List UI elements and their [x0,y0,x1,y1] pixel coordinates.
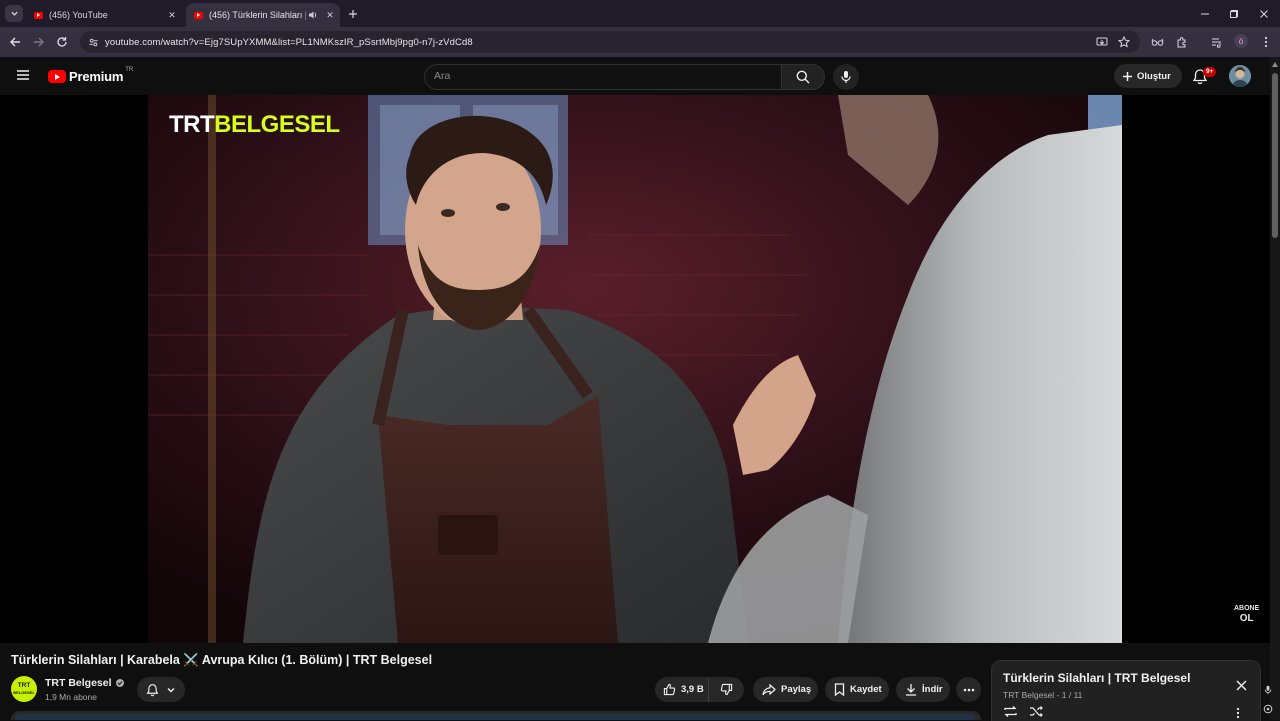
bell-icon [146,683,159,696]
dislike-button[interactable] [709,683,744,696]
install-app-icon[interactable] [1094,34,1110,50]
playlist-panel: Türklerin Silahları | TRT Belgesel TRT B… [991,660,1261,721]
browser-toolbar: youtube.com/watch?v=Ejg7SUpYXMM&list=PL1… [0,27,1280,57]
more-horizontal-icon [963,688,974,691]
playlist-channel[interactable]: TRT Belgesel [1003,690,1054,700]
glasses-extension-icon[interactable] [1149,34,1165,50]
new-tab-plus-icon[interactable] [345,6,361,22]
site-info-icon[interactable] [86,35,100,49]
browser-menu-icon[interactable] [1258,34,1274,50]
download-button[interactable]: İndir [896,677,950,702]
youtube-masthead: Premium TR Oluştur 9+ [0,57,1270,95]
address-bar[interactable]: youtube.com/watch?v=Ejg7SUpYXMM&list=PL1… [80,31,1140,53]
video-frame[interactable]: TRTBELGESEL [148,95,1122,643]
search-button[interactable] [781,64,825,90]
thumbs-up-icon [663,683,676,696]
search-box [424,64,782,90]
minimize-window-icon[interactable] [1198,7,1212,21]
side-target-icon[interactable] [1262,703,1274,715]
youtube-play-logo-icon [48,70,66,83]
restore-window-icon[interactable] [1227,7,1241,21]
create-label: Oluştur [1137,70,1171,82]
logo-wordmark: Premium [69,69,124,84]
subscribe-overlay-badge[interactable]: ABONE OL [1234,604,1259,624]
description-box[interactable] [11,711,981,720]
speaker-icon[interactable] [306,8,320,22]
like-dislike-group: 3,9 B [655,677,744,702]
share-button[interactable]: Paylaş [753,677,818,702]
microphone-icon [841,71,851,83]
thumbs-down-icon [720,683,733,696]
search-icon [796,70,810,84]
profile-avatar[interactable]: ö [1234,34,1248,48]
page-scrollbar[interactable] [1270,57,1280,720]
like-button[interactable]: 3,9 B [655,677,709,702]
plus-icon [1122,71,1133,82]
close-window-icon[interactable] [1257,7,1271,21]
channel-name[interactable]: TRT Belgesel [45,677,124,689]
url-text: youtube.com/watch?v=Ejg7SUpYXMM&list=PL1… [105,36,473,48]
playlist-more-icon[interactable] [1236,707,1240,719]
like-count: 3,9 B [681,684,704,695]
close-playlist-icon[interactable] [1234,678,1248,692]
scroll-up-arrow-icon[interactable] [1272,62,1278,67]
share-label: Paylaş [781,684,812,695]
voice-search-button[interactable] [833,64,859,90]
youtube-favicon-icon [194,11,203,19]
chevron-down-icon [10,11,18,16]
verified-check-icon [115,679,124,687]
loop-playlist-icon[interactable] [1003,705,1018,718]
create-button[interactable]: Oluştur [1114,64,1182,88]
tab-title: (456) YouTube [49,10,108,20]
tab-title: (456) Türklerin Silahları | Ka [209,10,306,20]
download-icon [905,683,917,696]
close-tab-icon[interactable]: ✕ [323,8,337,22]
save-label: Kaydet [850,684,882,695]
reload-icon[interactable] [54,34,70,50]
video-title: Türklerin Silahları | Karabela ⚔️ Avrupa… [11,653,433,667]
playlist-position: - 1 / 11 [1056,690,1083,700]
hamburger-menu-icon[interactable] [16,69,32,83]
playlist-title[interactable]: Türklerin Silahları | TRT Belgesel [1003,671,1190,685]
notification-count-badge: 9+ [1203,67,1217,77]
browser-tab-video[interactable]: (456) Türklerin Silahları | Ka ✕ [186,3,340,27]
bookmark-icon [834,683,845,696]
browser-tab-strip: (456) YouTube ✕ (456) Türklerin Silahlar… [0,0,1280,27]
forward-arrow-icon[interactable] [31,34,47,50]
share-arrow-icon [762,683,776,696]
video-still-image [148,95,1122,643]
youtube-premium-logo[interactable]: Premium TR [48,66,134,84]
shuffle-icon[interactable] [1029,705,1044,718]
close-tab-icon[interactable]: ✕ [165,8,179,22]
playlist-meta: TRT Belgesel - 1 / 11 [1003,690,1082,700]
video-player[interactable]: TRTBELGESEL ABONE OL [0,95,1270,643]
download-label: İndir [922,684,943,695]
country-code: TR [125,66,134,73]
media-queue-icon[interactable] [1209,34,1225,50]
description-box-inner [15,714,975,720]
tab-search-button[interactable] [5,5,23,22]
trt-belgesel-watermark: TRTBELGESEL [169,111,340,138]
account-avatar[interactable] [1229,65,1251,87]
chevron-down-icon [167,687,175,692]
channel-avatar[interactable]: TRT BELGESEL [11,676,37,702]
subscriber-count: 1,9 Mn abone [45,692,97,702]
search-input[interactable] [425,65,764,87]
scrollbar-thumb[interactable] [1272,73,1278,238]
bookmark-star-icon[interactable] [1116,34,1132,50]
browser-tab-youtube[interactable]: (456) YouTube ✕ [26,3,182,27]
more-actions-button[interactable] [956,677,981,702]
subscribed-notifications-button[interactable] [137,677,185,702]
extensions-puzzle-icon[interactable] [1174,34,1190,50]
save-button[interactable]: Kaydet [825,677,889,702]
side-microphone-icon[interactable] [1262,684,1274,696]
back-arrow-icon[interactable] [7,34,23,50]
youtube-favicon-icon [34,11,43,19]
